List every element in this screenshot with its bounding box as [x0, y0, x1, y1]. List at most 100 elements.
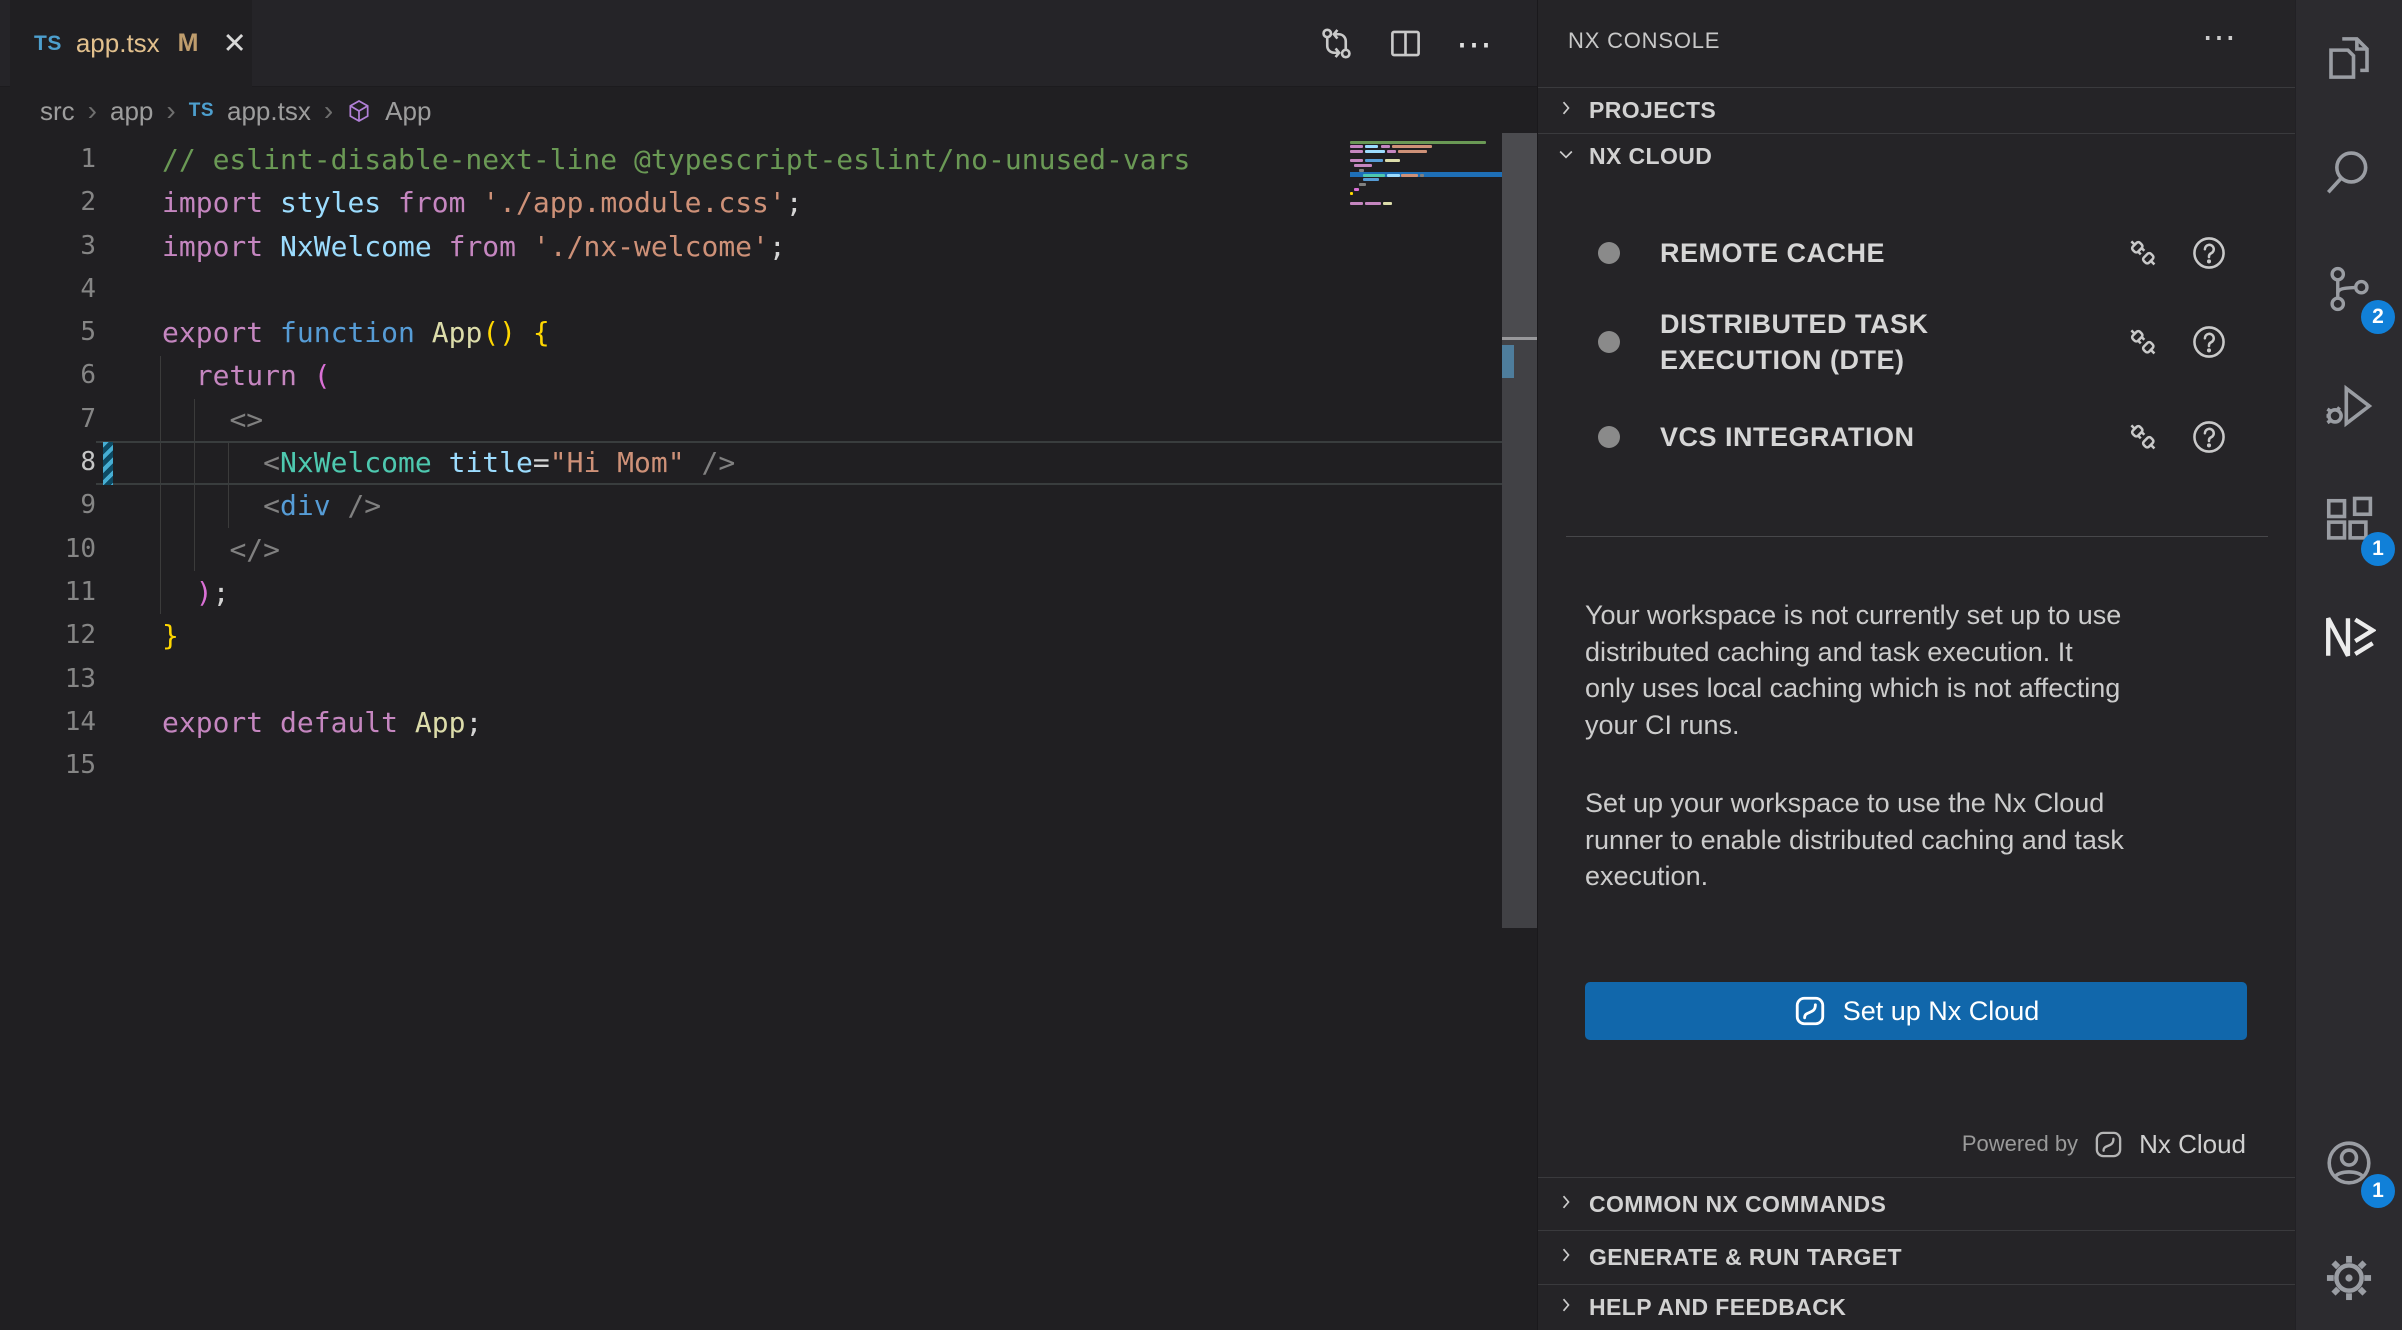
feature-row-distributed-task-execution-dte-: DISTRIBUTED TASK EXECUTION (DTE) — [1538, 300, 2296, 384]
feature-label: VCS INTEGRATION — [1660, 419, 2080, 455]
current-line-highlight — [96, 441, 1502, 485]
code-line-6[interactable]: 6 return ( — [0, 354, 1502, 397]
overview-ruler-cursor-marker — [1502, 345, 1514, 378]
divider — [1566, 536, 2268, 537]
minimap-code-segment — [1359, 183, 1366, 186]
line-number: 8 — [0, 441, 96, 484]
connect-icon[interactable] — [2124, 418, 2162, 456]
minimap-code-segment — [1420, 174, 1424, 177]
minimap-code-segment — [1350, 150, 1363, 153]
code-line-1[interactable]: 1// eslint-disable-next-line @typescript… — [0, 138, 1502, 181]
breadcrumb-separator: › — [166, 95, 175, 127]
code-line-5[interactable]: 5export function App() { — [0, 311, 1502, 354]
minimap-code-segment — [1365, 145, 1378, 148]
editor-area: TS app.tsx M ✕ ⋯ src›app›TSapp.tsx›App 1… — [0, 0, 1537, 1330]
connect-icon[interactable] — [2124, 234, 2162, 272]
chevron-right-icon — [1556, 1295, 1576, 1320]
minimap-code-segment — [1350, 202, 1363, 205]
breadcrumb-item-app[interactable]: app — [110, 96, 153, 127]
tab-bar: TS app.tsx M ✕ ⋯ — [0, 0, 1537, 87]
section-common-nx-commands[interactable]: COMMON NX COMMANDS — [1538, 1177, 2296, 1230]
line-content: ); — [162, 571, 229, 614]
section-nx-cloud[interactable]: NX CLOUD — [1538, 133, 2296, 179]
search-icon[interactable] — [2322, 145, 2376, 199]
code-line-14[interactable]: 14export default App; — [0, 701, 1502, 744]
button-label: Set up Nx Cloud — [1843, 996, 2040, 1027]
status-bullet — [1598, 242, 1620, 264]
split-editor-icon[interactable] — [1387, 25, 1424, 62]
breadcrumb: src›app›TSapp.tsx›App — [0, 88, 1537, 134]
line-number: 14 — [0, 701, 96, 744]
minimap-code-segment — [1354, 188, 1359, 191]
setup-nx-cloud-button[interactable]: Set up Nx Cloud — [1585, 982, 2247, 1040]
line-number: 9 — [0, 484, 96, 527]
breadcrumb-item-src[interactable]: src — [40, 96, 75, 127]
code-line-13[interactable]: 13 — [0, 658, 1502, 701]
nx-console-panel: NX CONSOLE ⋯ PROJECTS NX CLOUD REMOTE CA… — [1537, 0, 2295, 1330]
help-icon[interactable] — [2190, 323, 2228, 361]
symbol-class-icon — [346, 98, 372, 124]
chevron-right-icon — [1556, 98, 1576, 123]
section-generate-run-target[interactable]: GENERATE & RUN TARGET — [1538, 1230, 2296, 1284]
chevron-right-icon — [1556, 1192, 1576, 1217]
breadcrumb-item-app-tsx[interactable]: app.tsx — [227, 96, 311, 127]
line-number: 2 — [0, 181, 96, 224]
line-content: <> — [162, 398, 263, 441]
indent-guide — [160, 356, 161, 614]
open-changes-icon[interactable] — [1318, 25, 1355, 62]
line-content: </> — [162, 528, 280, 571]
code-line-9[interactable]: 9 <div /> — [0, 484, 1502, 527]
minimap-code-segment — [1381, 145, 1390, 148]
editor-actions: ⋯ — [1318, 0, 1494, 87]
activity-bar: 211 — [2295, 0, 2402, 1330]
code-line-12[interactable]: 12} — [0, 614, 1502, 657]
scrollbar-thumb[interactable] — [1502, 133, 1537, 337]
section-label: HELP AND FEEDBACK — [1589, 1294, 1846, 1321]
feature-row-remote-cache: REMOTE CACHE — [1538, 230, 2296, 276]
accounts-badge: 1 — [2361, 1174, 2395, 1208]
code-line-7[interactable]: 7 <> — [0, 398, 1502, 441]
help-icon[interactable] — [2190, 234, 2228, 272]
connect-icon[interactable] — [2124, 323, 2162, 361]
settings-icon[interactable] — [2322, 1251, 2376, 1305]
minimap-code-segment — [1363, 174, 1385, 177]
minimap-code-segment — [1387, 174, 1400, 177]
section-projects[interactable]: PROJECTS — [1538, 87, 2296, 133]
breadcrumb-item-app[interactable]: App — [385, 96, 431, 127]
code-line-4[interactable]: 4 — [0, 268, 1502, 311]
breadcrumb-separator: › — [88, 95, 97, 127]
typescript-file-icon: TS — [34, 32, 62, 56]
git-modified-badge: M — [178, 29, 199, 58]
code-line-3[interactable]: 3import NxWelcome from './nx-welcome'; — [0, 225, 1502, 268]
tab-app-tsx[interactable]: TS app.tsx M ✕ — [10, 0, 252, 87]
minimap[interactable] — [1350, 140, 1502, 212]
status-bullet — [1598, 426, 1620, 448]
section-help-and-feedback[interactable]: HELP AND FEEDBACK — [1538, 1284, 2296, 1330]
help-icon[interactable] — [2190, 418, 2228, 456]
gutter-modified-marker — [103, 442, 113, 485]
minimap-code-segment — [1365, 159, 1383, 162]
line-content: // eslint-disable-next-line @typescript-… — [162, 138, 1190, 181]
editor-scrollbar[interactable] — [1502, 133, 1537, 928]
powered-by-label: Powered by — [1962, 1131, 2078, 1157]
close-icon[interactable]: ✕ — [223, 26, 247, 61]
nx-cloud-logo-icon — [1793, 994, 1827, 1028]
nx-console-icon[interactable] — [2322, 610, 2376, 664]
run-and-debug-icon[interactable] — [2322, 379, 2376, 433]
line-number: 11 — [0, 571, 96, 614]
setup-hint-text: Set up your workspace to use the Nx Clou… — [1585, 785, 2275, 895]
more-actions-icon[interactable]: ⋯ — [1456, 34, 1494, 54]
line-number: 12 — [0, 614, 96, 657]
minimap-code-segment — [1359, 169, 1364, 172]
code-line-11[interactable]: 11 ); — [0, 571, 1502, 614]
code-line-2[interactable]: 2 import styles from './app.module.css'; — [0, 181, 1502, 224]
code-line-15[interactable]: 15 — [0, 744, 1502, 787]
line-number: 4 — [0, 268, 96, 311]
explorer-icon[interactable] — [2322, 31, 2376, 85]
line-content: import NxWelcome from './nx-welcome'; — [162, 225, 786, 268]
code-line-10[interactable]: 10 </> — [0, 528, 1502, 571]
line-number: 15 — [0, 744, 96, 787]
line-content: import styles from './app.module.css'; — [162, 181, 803, 224]
panel-more-actions-icon[interactable]: ⋯ — [2202, 18, 2237, 58]
minimap-code-segment — [1398, 150, 1427, 153]
